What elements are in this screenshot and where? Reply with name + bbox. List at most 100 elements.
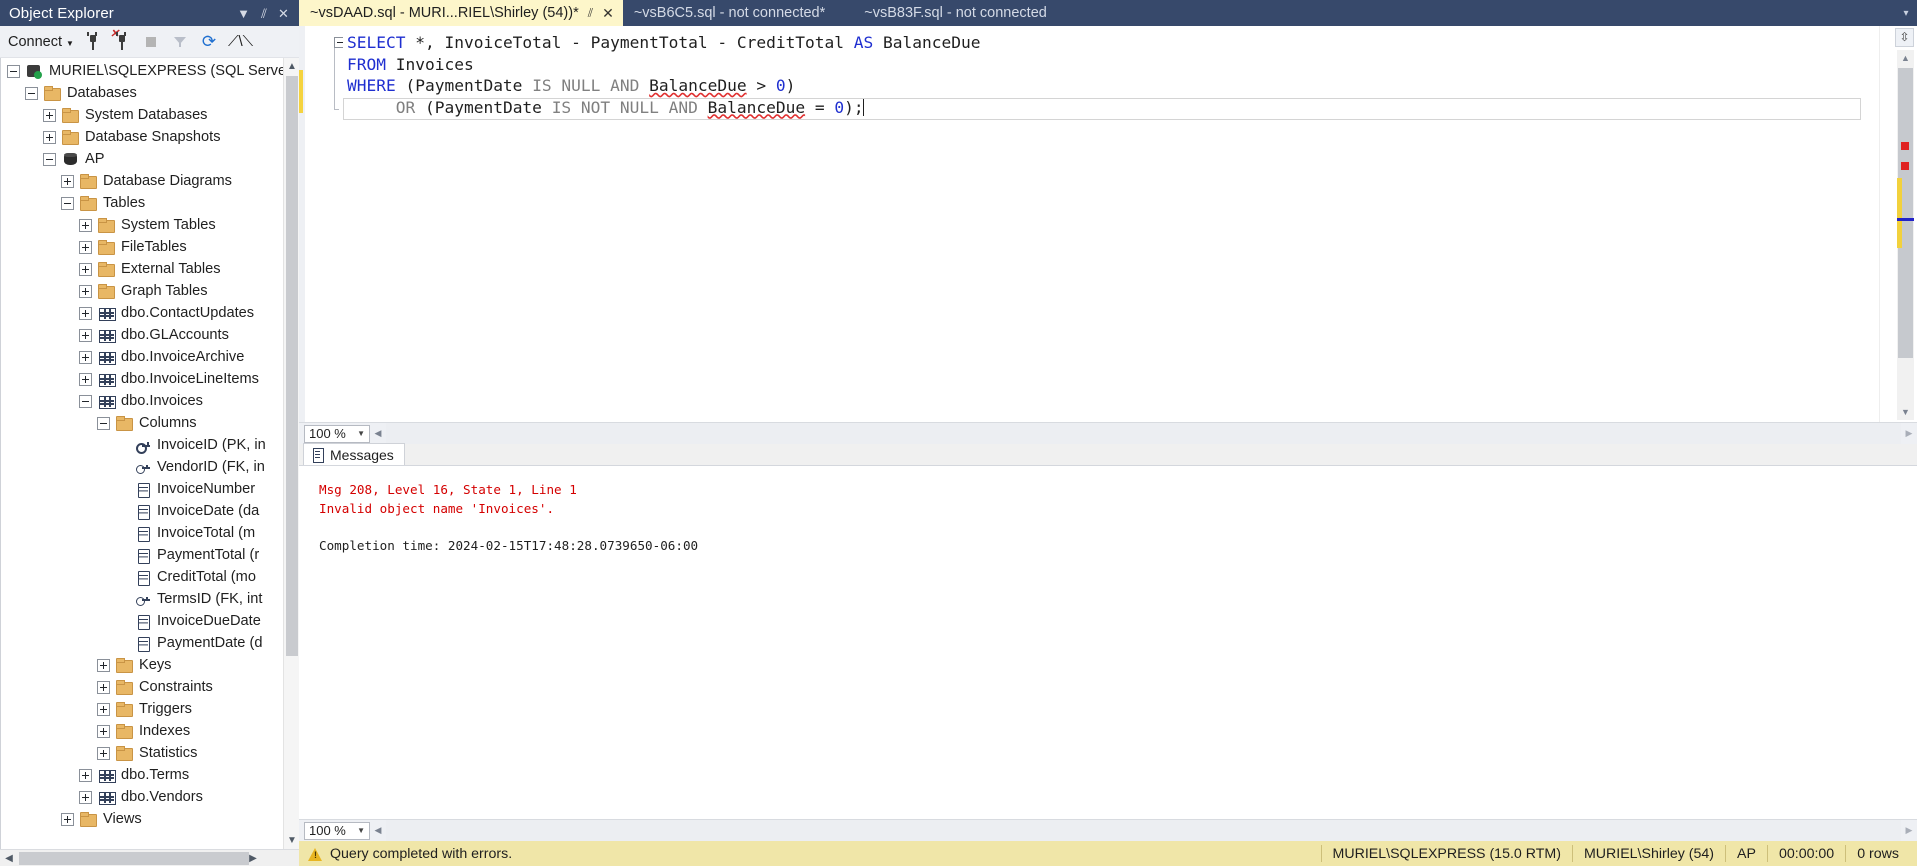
tree-node[interactable]: dbo.Terms (1, 764, 299, 786)
tree-node[interactable]: System Databases (1, 104, 299, 126)
tree-node[interactable]: Constraints (1, 676, 299, 698)
expand-icon[interactable] (43, 108, 56, 122)
tree-node[interactable]: Triggers (1, 698, 299, 720)
close-icon[interactable]: ✕ (278, 7, 289, 20)
tree-node[interactable]: Views (1, 808, 299, 830)
tree-node[interactable]: dbo.InvoiceArchive (1, 346, 299, 368)
editor-hscroll-track[interactable] (386, 423, 1901, 444)
tree-node[interactable]: Database Snapshots (1, 126, 299, 148)
connect-button[interactable]: Connect ▼ (8, 34, 74, 50)
tree-node[interactable]: Tables (1, 192, 299, 214)
editor-outlining-margin[interactable] (327, 26, 345, 422)
split-editor-icon[interactable]: ⇳ (1895, 28, 1914, 47)
code-text-area[interactable]: SELECT *, InvoiceTotal - PaymentTotal - … (343, 26, 1879, 422)
results-zoom-select[interactable]: 100 % ▼ (304, 821, 370, 840)
collapse-icon[interactable] (61, 196, 74, 210)
tree-node[interactable]: dbo.InvoiceLineItems (1, 368, 299, 390)
tree-node[interactable]: Keys (1, 654, 299, 676)
chevron-down-icon[interactable]: ▼ (237, 7, 250, 20)
scroll-up-icon[interactable]: ▲ (284, 58, 299, 75)
tree-node[interactable]: InvoiceDate (da (1, 500, 299, 522)
tree-node[interactable]: AP (1, 148, 299, 170)
object-explorer-tree[interactable]: MURIEL\SQLEXPRESS (SQL Server Databases Sy… (0, 58, 299, 849)
expand-icon[interactable] (43, 130, 56, 144)
close-icon[interactable]: ✕ (602, 5, 614, 22)
tree-node[interactable]: InvoiceTotal (m (1, 522, 299, 544)
tree-node[interactable]: TermsID (FK, int (1, 588, 299, 610)
expand-icon[interactable] (97, 724, 110, 738)
document-tab[interactable]: ~vsB6C5.sql - not connected* (623, 0, 853, 26)
tree-horizontal-scrollbar[interactable]: ◀ ▶ (0, 849, 299, 866)
tree-node[interactable]: dbo.GLAccounts (1, 324, 299, 346)
sql-editor[interactable]: SELECT *, InvoiceTotal - PaymentTotal - … (299, 26, 1917, 422)
scroll-right-icon[interactable]: ▶ (245, 853, 261, 864)
disconnect-plug-icon[interactable]: ✕ (110, 28, 132, 52)
scroll-down-icon[interactable]: ▼ (1897, 404, 1914, 420)
tree-node[interactable]: Statistics (1, 742, 299, 764)
tree-node[interactable]: PaymentTotal (r (1, 544, 299, 566)
expand-icon[interactable] (97, 680, 110, 694)
expand-icon[interactable] (79, 790, 92, 804)
tree-vertical-scrollbar[interactable]: ▲ ▼ (283, 58, 299, 849)
expand-icon[interactable] (79, 372, 92, 386)
expand-icon[interactable] (97, 658, 110, 672)
hscroll-right-icon[interactable]: ▶ (1901, 825, 1917, 836)
tree-node[interactable]: Databases (1, 82, 299, 104)
scroll-thumb[interactable] (286, 76, 298, 656)
collapse-icon[interactable] (7, 64, 20, 78)
tree-node[interactable]: PaymentDate (d (1, 632, 299, 654)
editor-vertical-scrollbar[interactable]: ▲ ▼ (1897, 50, 1914, 420)
document-tab[interactable]: ~vsB83F.sql - not connected (853, 0, 1075, 26)
activity-monitor-icon[interactable]: ⟋\⟍ (228, 32, 253, 52)
tree-node[interactable]: InvoiceDueDate (1, 610, 299, 632)
tree-node[interactable]: System Tables (1, 214, 299, 236)
tree-node[interactable]: VendorID (FK, in (1, 456, 299, 478)
expand-icon[interactable] (79, 218, 92, 232)
refresh-icon[interactable]: ⟳ (199, 32, 219, 52)
tree-node[interactable]: InvoiceNumber (1, 478, 299, 500)
expand-icon[interactable] (61, 812, 74, 826)
pin-icon[interactable]: ⫽ (261, 7, 267, 20)
expand-icon[interactable] (79, 306, 92, 320)
collapse-icon[interactable] (43, 152, 56, 166)
expand-icon[interactable] (79, 768, 92, 782)
tree-node[interactable]: Graph Tables (1, 280, 299, 302)
tree-node[interactable]: CreditTotal (mo (1, 566, 299, 588)
tree-node[interactable]: MURIEL\SQLEXPRESS (SQL Server (1, 60, 299, 82)
results-hscroll-track[interactable] (386, 820, 1901, 841)
expand-icon[interactable] (79, 350, 92, 364)
tree-node[interactable]: InvoiceID (PK, in (1, 434, 299, 456)
tree-node[interactable]: dbo.Invoices (1, 390, 299, 412)
tree-node[interactable]: dbo.ContactUpdates (1, 302, 299, 324)
expand-icon[interactable] (97, 746, 110, 760)
expand-icon[interactable] (79, 240, 92, 254)
tree-node[interactable]: Database Diagrams (1, 170, 299, 192)
expand-icon[interactable] (61, 174, 74, 188)
hscroll-left-icon[interactable]: ◀ (370, 428, 386, 439)
tree-node[interactable]: FileTables (1, 236, 299, 258)
collapse-icon[interactable] (79, 394, 92, 408)
scroll-down-icon[interactable]: ▼ (284, 832, 299, 849)
expand-icon[interactable] (79, 262, 92, 276)
expand-icon[interactable] (97, 702, 110, 716)
scroll-up-icon[interactable]: ▲ (1897, 50, 1914, 66)
tab-overflow-chevron-icon[interactable]: ▾ (1895, 0, 1917, 26)
collapse-icon[interactable] (25, 86, 38, 100)
collapse-icon[interactable] (97, 416, 110, 430)
hscroll-thumb[interactable] (19, 852, 249, 865)
tree-node[interactable]: Indexes (1, 720, 299, 742)
expand-icon[interactable] (79, 328, 92, 342)
hscroll-left-icon[interactable]: ◀ (370, 825, 386, 836)
expand-icon[interactable] (79, 284, 92, 298)
connect-plug-icon[interactable] (83, 31, 103, 52)
tab-messages[interactable]: Messages (303, 443, 405, 465)
editor-zoom-select[interactable]: 100 % ▼ (304, 424, 370, 443)
document-tab-active[interactable]: ~vsDAAD.sql - MURI...RIEL\Shirley (54))*… (299, 0, 623, 26)
tree-node[interactable]: External Tables (1, 258, 299, 280)
scroll-left-icon[interactable]: ◀ (1, 853, 17, 864)
tree-node[interactable]: Columns (1, 412, 299, 434)
hscroll-right-icon[interactable]: ▶ (1901, 428, 1917, 439)
tree-node[interactable]: dbo.Vendors (1, 786, 299, 808)
pin-icon[interactable]: ⫽ (588, 6, 593, 21)
